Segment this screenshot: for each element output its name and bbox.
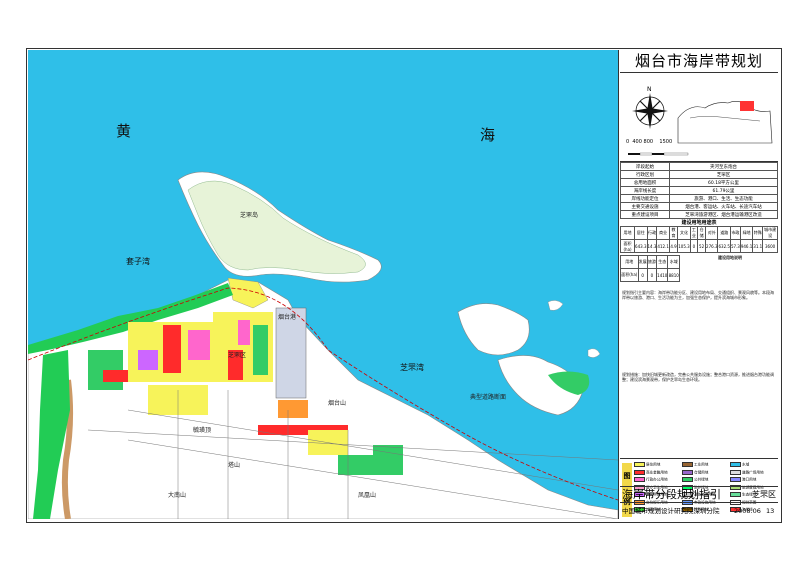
footer-info-bar: 中国城市规划设计研究院深圳分院 2008.06 13 (620, 502, 778, 519)
date: 2008.06 (734, 507, 761, 515)
info-row: 重点建设项目 芝罘湾旅游港区、烟台港运输港区改造 (620, 210, 778, 219)
zone-culture (278, 400, 308, 418)
scale-ticks: 0 400 800 1500 (626, 139, 673, 145)
coastal-plan-map[interactable]: 黄 海 套子湾 芝罘湾 芝罘岛 典型道路断面 烟台山 烟台港 毓璜顶 塔山 大南… (28, 50, 619, 519)
footer-title-bar: 海岸带分段规划指引 芝罘区 (620, 486, 778, 503)
legend-swatch (682, 477, 693, 482)
legend-item-label: 居住用地 (646, 462, 661, 467)
place-label-0: 典型道路断面 (470, 394, 507, 401)
legend-item: 水域 (730, 462, 749, 468)
zhifu-island-hatch (187, 180, 366, 274)
paragraph-2: 规划措施：加快旧城更新改造，完善公共服务设施；整合港口资源，推进烟台港功能调整；… (622, 372, 774, 382)
plan-title: 烟台市海岸带规划 (620, 50, 778, 73)
island-1 (457, 303, 530, 356)
info-panel: 烟台市海岸带规划 N 0 400 800 1500 岸段起始 夹河至东炮台 行政… (619, 50, 778, 519)
info-row: 岸段起始 夹河至东炮台 (620, 162, 778, 171)
legend-swatch (634, 477, 645, 482)
islet-2 (587, 348, 601, 358)
info-row: 海岸线长度 61.79公里 (620, 186, 778, 195)
legend-swatch (682, 469, 693, 475)
info-row: 岸线功能定位 旅游、港口、生活、生态功能 (620, 194, 778, 203)
paragraph-1: 规划指引主要内容：海岸带功能分区、建设用地布局、交通组织、景观风貌等。本段海岸带… (622, 290, 774, 300)
svg-text:N: N (647, 86, 652, 93)
legend-swatch (730, 462, 741, 467)
stat-row-header-2: 用地 发展 旅游 生态 水域 (620, 255, 680, 269)
place-label-2: 烟台港 (278, 314, 297, 321)
legend-item: 行政办公用地 (634, 477, 668, 483)
institute: 中国城市规划设计研究院深圳分院 (622, 507, 720, 515)
place-label-5: 大南山 (168, 492, 187, 499)
legend-item: 道路广场用地 (730, 469, 764, 476)
zone-green-3 (338, 455, 373, 475)
keymap-graphic: N (628, 86, 773, 156)
place-label-1: 烟台山 (328, 400, 347, 407)
legend-item: 工业用地 (682, 462, 708, 468)
legend-item-label: 工业用地 (694, 462, 709, 467)
detail-title: 建设用地说明 (718, 255, 742, 260)
info-table: 岸段起始 夹河至东炮台 行政区划 芝罘区 总用地面积 60.18平方公里 海岸线长度 6… (620, 162, 778, 219)
footer-district: 芝罘区 (752, 490, 776, 499)
stat-title: 建设用地用途表 (681, 220, 717, 226)
stat-table-1: 用地 居住 行政 商业 教育 文化 工业 仓储 对外 道路 市政 绿地 特殊 城市建设 面积(ha) 643… (619, 226, 778, 253)
legend-item-label: 商业金融用地 (646, 470, 668, 474)
legend-swatch (634, 469, 645, 475)
legend-item-label: 行政办公用地 (646, 477, 668, 482)
info-row: 主要交通设施 烟台港、客运站、火车站、长途汽车站 (620, 202, 778, 211)
keymap-highlight (740, 101, 754, 111)
sheet-number: 13 (766, 507, 775, 515)
zone-admin-1 (188, 330, 210, 360)
sea-label-1a: 黄 (116, 122, 132, 140)
stat-row-values: 面积(ha) 643.3 14.3 412.1 4.9 105.3 0 52 276.3 632.… (619, 239, 778, 253)
zone-edu-1 (138, 350, 158, 370)
legend-item: 居住用地 (634, 462, 660, 468)
legend-item-label: 水域 (742, 462, 750, 467)
legend-swatch (682, 462, 693, 467)
legend-swatch (730, 469, 741, 475)
legend-swatch (634, 462, 645, 467)
bay-west-label: 套子湾 (126, 257, 150, 266)
scale-bar (628, 152, 689, 156)
islet-1 (547, 300, 564, 311)
legend-item: 公共绿地 (682, 477, 708, 483)
zone-commercial-3 (103, 370, 128, 382)
detail-text: 建设用地说明 (684, 255, 776, 285)
location-keymap: N 0 400 800 1500 (620, 73, 778, 162)
legend-item: 仓储用地 (682, 469, 709, 476)
stat-row-values-2: 面积(ha) 0 0 1410 8810 (620, 268, 680, 282)
stat-row-header: 用地 居住 行政 商业 教育 文化 工业 仓储 对外 道路 市政 绿地 特殊 城市建设 (619, 226, 778, 240)
zone-east-green (373, 445, 403, 475)
info-row: 总用地面积 60.18平方公里 (620, 178, 778, 187)
info-row: 行政区划 芝罘区 (620, 170, 778, 179)
legend-item-label: 道路广场用地 (742, 470, 764, 474)
stat-table-2: 用地 发展 旅游 生态 水域 面积(ha) 0 0 1410 8810 (620, 255, 680, 282)
place-label-4: 塔山 (228, 462, 241, 469)
place-label-3: 毓璜顶 (193, 427, 212, 434)
place-label-6: 芝罘区 (228, 352, 247, 359)
bay-east-label: 芝罘湾 (400, 363, 424, 372)
zone-commercial-1 (163, 325, 181, 373)
legend-swatch (730, 477, 741, 482)
zone-green-1 (253, 325, 268, 375)
place-label-7: 凤凰山 (358, 492, 377, 499)
legend-item-label: 公共绿地 (694, 477, 709, 482)
zone-port (275, 307, 307, 399)
legend-item: 港口用地 (730, 477, 756, 483)
zone-admin-2 (238, 320, 250, 345)
legend-item-label: 仓储用地 (694, 470, 709, 474)
sea-label-1b: 海 (480, 126, 496, 144)
legend-item: 商业金融用地 (634, 469, 668, 476)
island-label: 芝罘岛 (240, 212, 259, 219)
north-arrow-icon: N (632, 86, 668, 129)
keymap-coast (677, 101, 773, 144)
legend-item-label: 港口用地 (742, 477, 757, 482)
footer-title: 海岸带分段规划指引 (622, 488, 721, 501)
